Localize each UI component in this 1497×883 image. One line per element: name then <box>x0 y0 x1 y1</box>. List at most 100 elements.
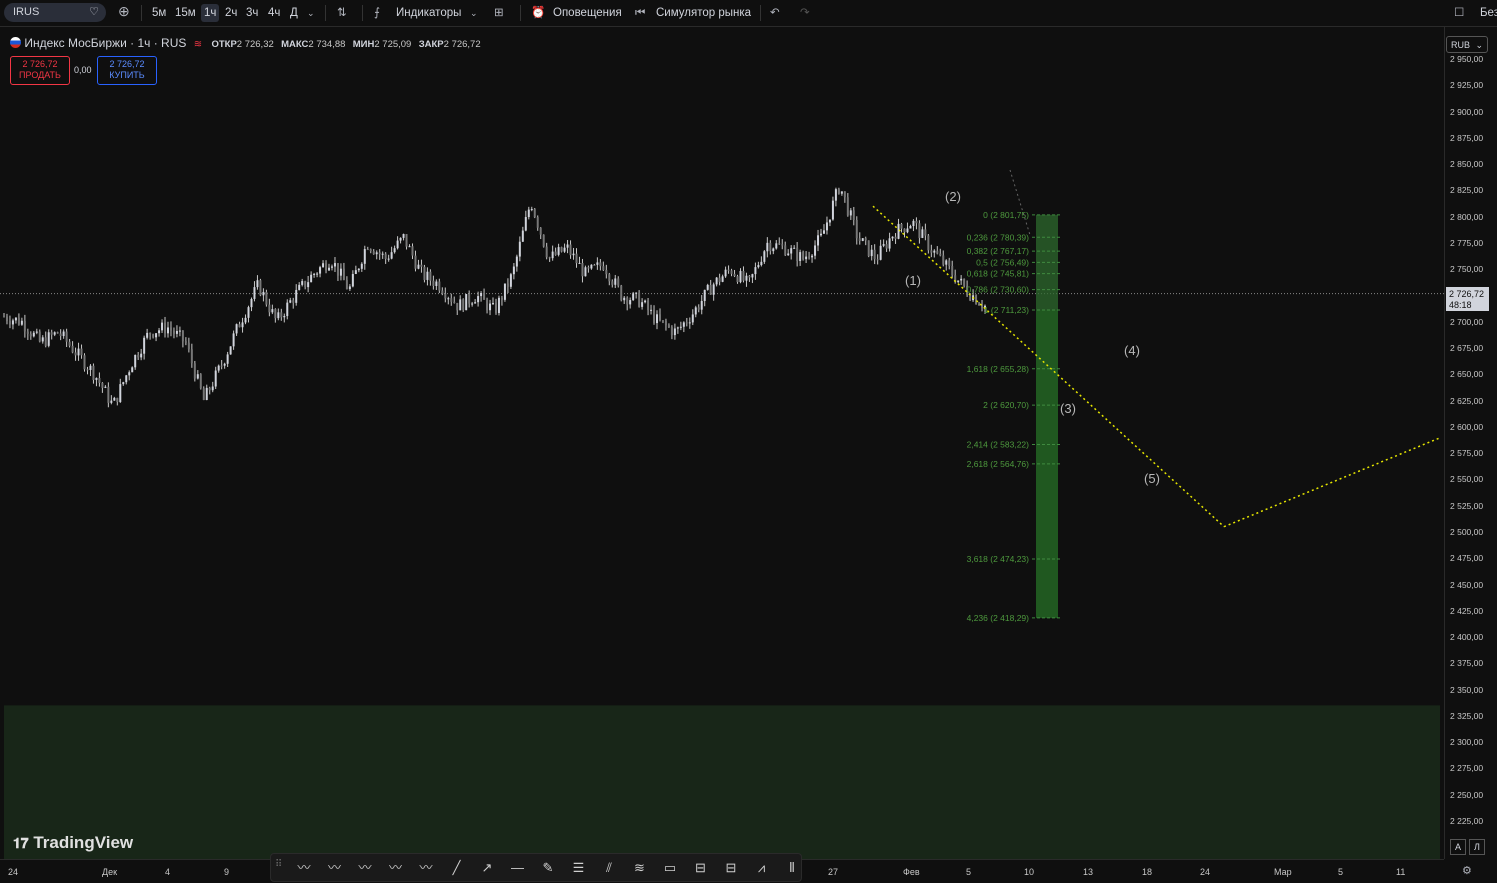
candle-body <box>736 276 739 283</box>
candle-body <box>811 255 814 258</box>
replay-button[interactable]: Симулятор рынка <box>656 4 751 22</box>
price-chart[interactable]: 0 (2 801,75) 0,236 (2 780,39) 0,382 (2 767… <box>0 27 1444 883</box>
wxyxz-icon[interactable]: 〰 <box>324 859 346 877</box>
candle-body <box>814 245 817 256</box>
horizontal-line-icon[interactable]: — <box>507 859 529 877</box>
path-icon[interactable]: ⩘ <box>751 859 773 877</box>
candle-body <box>32 332 35 337</box>
date-range-icon[interactable]: ⦀ <box>781 859 803 877</box>
chart-type-icon[interactable]: ⇅ <box>337 4 347 22</box>
indicators-icon[interactable]: ⨍ <box>374 4 380 22</box>
fib-level-label: 3,618 (2 474,23) <box>967 554 1030 564</box>
candle-body <box>41 337 44 342</box>
candle-body <box>679 326 682 328</box>
short-position-icon[interactable]: ⊟ <box>720 859 742 877</box>
candle-body <box>548 257 551 259</box>
buy-button[interactable]: 2 726,72 КУПИТЬ <box>97 56 157 85</box>
candle-body <box>250 298 253 308</box>
time-tick-label: 24 <box>8 867 19 877</box>
interval-4h[interactable]: 4ч <box>268 4 280 22</box>
candle-body <box>942 255 945 265</box>
fib-retracement-icon[interactable]: ⫽ <box>598 859 620 877</box>
candle-body <box>304 281 307 288</box>
redo-icon[interactable]: ↷ <box>800 4 810 22</box>
candle-body <box>536 217 539 228</box>
drag-handle-icon[interactable]: ⠿ <box>275 859 282 870</box>
candle-body <box>408 246 411 248</box>
candle-body <box>778 243 781 245</box>
price-tick-label: 2 325,00 <box>1450 710 1484 721</box>
candle-body <box>951 265 954 276</box>
fib-extension-icon[interactable]: ≋ <box>629 859 651 877</box>
candle-body <box>820 233 823 236</box>
candle-body <box>506 283 509 287</box>
undo-icon[interactable]: ↶ <box>770 4 780 22</box>
candle-body <box>492 303 495 305</box>
ray-icon[interactable]: ↗ <box>476 859 498 877</box>
abc-icon[interactable]: 〰 <box>354 859 376 877</box>
candle-body <box>849 210 852 216</box>
interval-5m[interactable]: 5м <box>152 4 166 22</box>
sell-button[interactable]: 2 726,72 ПРОДАТЬ <box>10 56 70 85</box>
replay-icon[interactable]: ⏮ <box>635 4 645 22</box>
fib-level-label: 2 (2 620,70) <box>983 400 1029 410</box>
interval-15m[interactable]: 15м <box>175 4 196 22</box>
candle-body <box>825 222 828 231</box>
chevron-down-icon[interactable]: ⌄ <box>470 4 478 22</box>
interval-2h[interactable]: 2ч <box>225 4 237 22</box>
pen-icon[interactable]: ✎ <box>537 859 559 877</box>
time-tick-label: 10 <box>1024 867 1035 877</box>
price-axis[interactable]: 2 950,00 2 925,00 2 900,00 2 875,00 2 850,00… <box>1444 27 1497 859</box>
settings-gear-icon[interactable]: ⚙ <box>1462 864 1472 877</box>
12345-icon[interactable]: 〰 <box>385 859 407 877</box>
candle-body <box>333 263 336 267</box>
interval-1h[interactable]: 1ч <box>201 4 220 22</box>
trendline-icon[interactable]: ╱ <box>446 859 468 877</box>
compare-icon[interactable]: ♡ <box>89 5 99 18</box>
rectangle-icon[interactable]: ▭ <box>659 859 681 877</box>
candle-body <box>754 267 757 275</box>
candle-body <box>92 365 95 380</box>
chevron-down-icon[interactable]: ⌄ <box>307 4 315 22</box>
price-tick-label: 2 250,00 <box>1450 789 1484 800</box>
fib-level-label: 2,414 (2 583,22) <box>967 439 1030 449</box>
chart-pane[interactable]: 0 (2 801,75) 0,236 (2 780,39) 0,382 (2 767… <box>0 27 1444 883</box>
abcde-icon[interactable]: 〰 <box>415 859 437 877</box>
candle-body <box>563 247 566 252</box>
currency-select[interactable]: RUB ⌄ <box>1446 36 1488 53</box>
alerts-button[interactable]: Оповещения <box>553 4 622 22</box>
candle-body <box>566 244 569 248</box>
indicators-button[interactable]: Индикаторы <box>396 4 461 22</box>
candle-body <box>554 251 557 255</box>
add-symbol-icon[interactable]: ⊕ <box>118 2 130 20</box>
brand-text: TradingView <box>33 833 134 852</box>
fib-level-label: 0 (2 801,75) <box>983 210 1029 220</box>
alert-icon[interactable]: ⏰ <box>531 4 545 22</box>
wave-label: (1) <box>905 273 921 288</box>
candle-body <box>760 261 763 266</box>
candle-body <box>650 309 653 311</box>
candle-body <box>184 341 187 343</box>
wxy-icon[interactable]: 〰 <box>293 859 315 877</box>
last-price: 2 726,72 <box>1449 289 1485 299</box>
candle-body <box>172 330 175 334</box>
log-scale-button[interactable]: Л <box>1469 839 1485 855</box>
auto-scale-button[interactable]: A <box>1450 839 1466 855</box>
tradingview-logo[interactable]: 𝟏𝟕 TradingView <box>13 833 133 853</box>
candle-body <box>328 267 331 271</box>
parallel-channel-icon[interactable]: ☰ <box>568 859 590 877</box>
checkbox-icon[interactable]: ☐ <box>1454 4 1464 22</box>
candle-body <box>11 320 14 325</box>
candle-body <box>924 229 927 236</box>
wave-label: (3) <box>1060 401 1076 416</box>
templates-icon[interactable]: ⊞ <box>494 4 504 22</box>
long-position-icon[interactable]: ⊟ <box>690 859 712 877</box>
candle-body <box>474 302 477 304</box>
price-tick-label: 2 700,00 <box>1450 316 1484 327</box>
price-tick-label: 2 825,00 <box>1450 185 1484 196</box>
candle-body <box>817 235 820 246</box>
symbol-search[interactable]: IRUS ♡ <box>4 3 106 22</box>
candle-body <box>83 355 86 370</box>
interval-3h[interactable]: 3ч <box>246 4 258 22</box>
interval-d[interactable]: Д <box>290 4 298 22</box>
